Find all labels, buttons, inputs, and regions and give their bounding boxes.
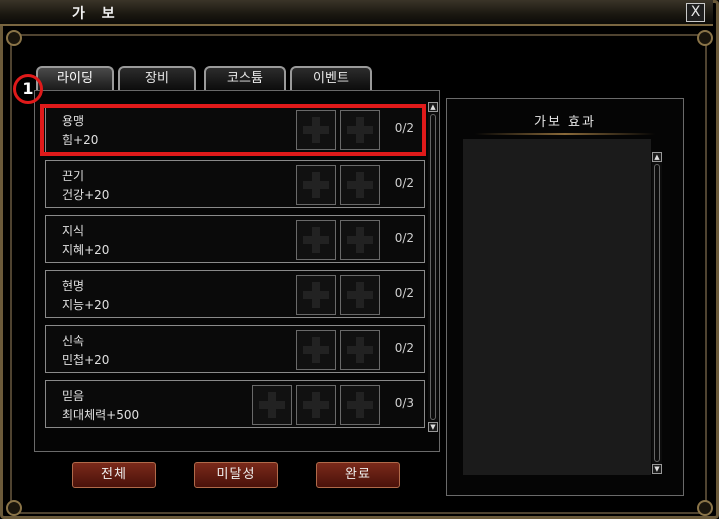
scroll-track[interactable]: [430, 114, 436, 420]
item-slot[interactable]: [252, 385, 292, 425]
plus-icon: [347, 392, 373, 418]
plus-icon: [303, 337, 329, 363]
plus-icon: [259, 392, 285, 418]
window-title: 가 보: [72, 6, 121, 22]
tab-event[interactable]: 이벤트: [290, 66, 372, 90]
item-slot[interactable]: [296, 330, 336, 370]
item-progress: 0/3: [394, 396, 414, 410]
list-scrollbar[interactable]: ▲ ▼: [428, 102, 438, 432]
corner-ornament-bottom-right: [697, 500, 713, 516]
scroll-track[interactable]: [654, 164, 660, 462]
list-item[interactable]: 지식 지혜+20 0/2: [45, 215, 425, 263]
title-bar[interactable]: 가 보 X: [0, 0, 713, 26]
item-slot[interactable]: [340, 220, 380, 260]
item-stat: 민첩+20: [62, 353, 110, 367]
list-item[interactable]: 신속 민첩+20 0/2: [45, 325, 425, 373]
scroll-up-arrow-icon[interactable]: ▲: [652, 152, 662, 162]
item-slot[interactable]: [296, 220, 336, 260]
item-progress: 0/2: [394, 341, 414, 355]
effect-scrollbar[interactable]: ▲ ▼: [652, 152, 662, 474]
item-stat: 지혜+20: [62, 243, 110, 257]
item-progress: 0/2: [394, 286, 414, 300]
item-name: 신속: [62, 334, 85, 348]
plus-icon: [303, 227, 329, 253]
item-stat: 최대체력+500: [62, 408, 140, 422]
list-item[interactable]: 끈기 건강+20 0/2: [45, 160, 425, 208]
plus-icon: [303, 282, 329, 308]
highlight-box: [40, 104, 426, 156]
plus-icon: [347, 227, 373, 253]
item-name: 끈기: [62, 169, 85, 183]
item-slot[interactable]: [296, 275, 336, 315]
item-slot[interactable]: [340, 275, 380, 315]
title-divider: [475, 133, 655, 135]
item-progress: 0/2: [394, 231, 414, 245]
item-slot[interactable]: [296, 385, 336, 425]
list-item[interactable]: 믿음 최대체력+500 0/3: [45, 380, 425, 428]
plus-icon: [303, 172, 329, 198]
plus-icon: [347, 172, 373, 198]
plus-icon: [347, 337, 373, 363]
plus-icon: [303, 392, 329, 418]
filter-all-button[interactable]: 전체: [72, 462, 156, 488]
filter-incomplete-button[interactable]: 미달성: [194, 462, 278, 488]
item-slot[interactable]: [340, 165, 380, 205]
item-slot[interactable]: [296, 165, 336, 205]
close-button[interactable]: X: [686, 3, 705, 22]
tab-costume[interactable]: 코스튬: [204, 66, 286, 90]
corner-ornament-top-right: [697, 30, 713, 46]
tab-riding[interactable]: 라이딩: [36, 66, 114, 90]
corner-ornament-bottom-left: [6, 500, 22, 516]
item-name: 지식: [62, 224, 85, 238]
plus-icon: [347, 282, 373, 308]
tab-equipment[interactable]: 장비: [118, 66, 196, 90]
item-name: 현명: [62, 279, 85, 293]
item-name: 믿음: [62, 389, 85, 403]
item-stat: 지능+20: [62, 298, 110, 312]
item-progress: 0/2: [394, 176, 414, 190]
scroll-down-arrow-icon[interactable]: ▼: [652, 464, 662, 474]
scroll-down-arrow-icon[interactable]: ▼: [428, 422, 438, 432]
step-marker: 1: [13, 74, 43, 104]
close-icon: X: [690, 4, 701, 20]
item-slot[interactable]: [340, 385, 380, 425]
collection-effect-panel: 가보 효과: [446, 98, 684, 496]
effect-title: 가보 효과: [534, 115, 596, 130]
corner-ornament-top-left: [6, 30, 22, 46]
scroll-up-arrow-icon[interactable]: ▲: [428, 102, 438, 112]
item-slot[interactable]: [340, 330, 380, 370]
effect-content: [463, 139, 651, 475]
list-item[interactable]: 현명 지능+20 0/2: [45, 270, 425, 318]
item-stat: 건강+20: [62, 188, 110, 202]
filter-complete-button[interactable]: 완료: [316, 462, 400, 488]
